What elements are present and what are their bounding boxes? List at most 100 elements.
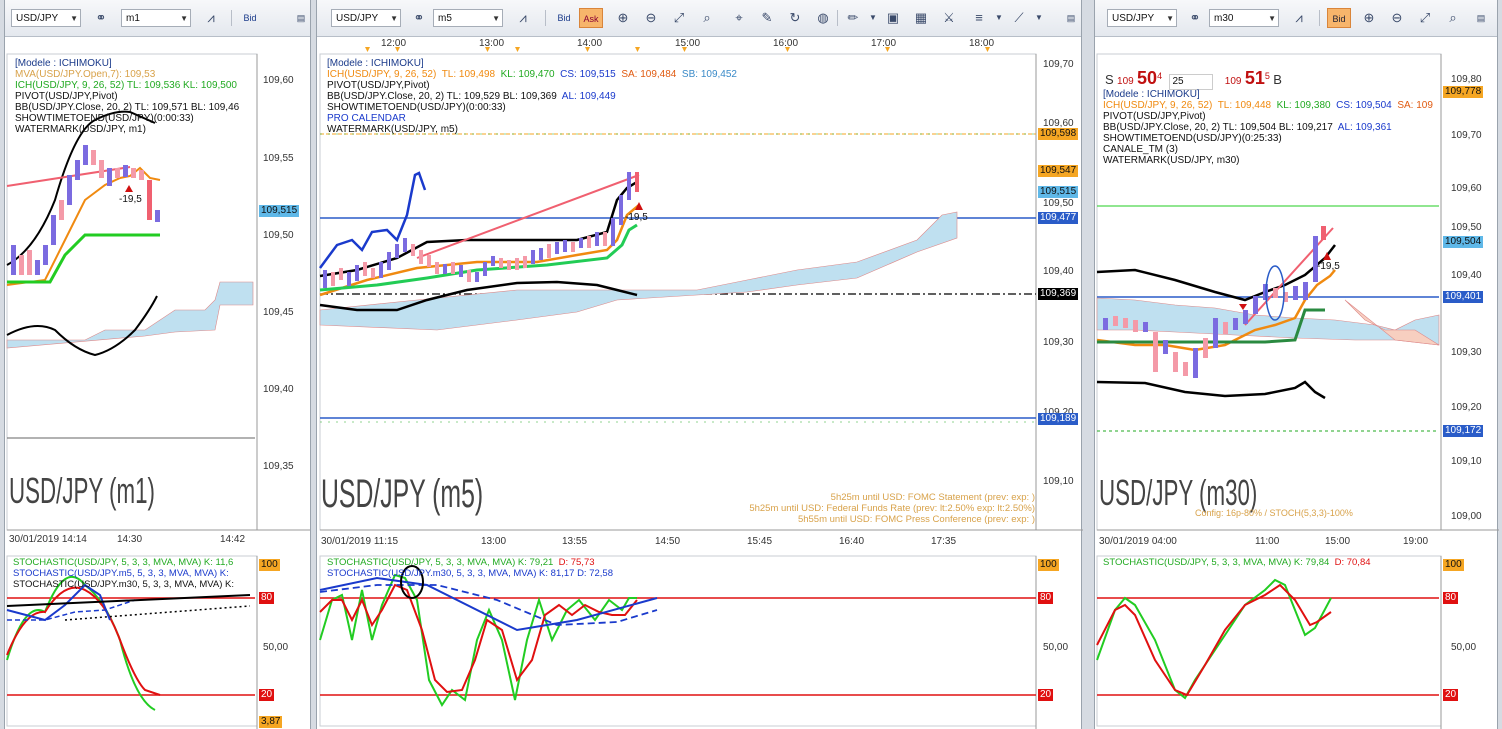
price-tag: 109,778 bbox=[1443, 86, 1484, 98]
stoch-tick: 100 bbox=[1443, 559, 1464, 571]
ich-line: ICH(USD/JPY, 9, 26, 52) TL: 109,448 KL: … bbox=[1103, 100, 1433, 111]
chart-panel-m5[interactable]: USD/JPY ▼ ⚭ m5 ▼ ⩘ Bid Ask ⊕ ⊖ ⤢ ⌕ ⌖ ✎ ↻ ◍… bbox=[316, 0, 1083, 729]
time-tick: 30/01/2019 04:00 bbox=[1099, 536, 1177, 547]
indicator-line: SHOWTIMETOEND(USD/JPY)(0:25:33) bbox=[1103, 133, 1282, 144]
top-time: 15:00 bbox=[675, 38, 701, 49]
chart-panel-m1[interactable]: USD/JPY ▼ ⚭ m1 ▼ ⩘ Bid ▤ [Modele: ICHIM… bbox=[4, 0, 311, 729]
price-tag: 109,401 bbox=[1443, 291, 1484, 303]
indicator-line: BB(USD/JPY.Close, 20, 2) TL: 109,504 BL:… bbox=[1103, 122, 1392, 133]
stoch-tick: 50,00 bbox=[263, 642, 289, 653]
indicator-legend: [Modele : ICHIMOKU] MVA(USD/JPY.Open,7):… bbox=[15, 58, 239, 135]
indicator-line: MVA(USD/JPY.Open,7): 109,53 bbox=[15, 69, 156, 80]
stoch-tick: 80 bbox=[1038, 592, 1054, 604]
time-tick: 30/01/2019 11:15 bbox=[321, 536, 399, 547]
time-tick: 14:50 bbox=[655, 536, 681, 547]
time-tick: 14:30 bbox=[117, 534, 143, 545]
top-time: 14:00 bbox=[577, 38, 603, 49]
price-tick: 109,45 bbox=[263, 307, 294, 318]
price-tick: 109,35 bbox=[263, 461, 294, 472]
time-tick: 13:00 bbox=[481, 536, 507, 547]
indicator-line: WATERMARK(USD/JPY, m30) bbox=[1103, 155, 1240, 166]
indicator-line: PIVOT(USD/JPY,Pivot) bbox=[15, 91, 118, 102]
top-time: 18:00 bbox=[969, 38, 995, 49]
price-tick: 109,00 bbox=[1451, 511, 1482, 522]
event-list: 5h25m until USD: FOMC Statement (prev: e… bbox=[749, 492, 1035, 525]
price-tick: 109,10 bbox=[1043, 476, 1074, 487]
price-tick: 109,40 bbox=[263, 384, 294, 395]
stoch-tick: 100 bbox=[1038, 559, 1059, 571]
price-tick: 109,10 bbox=[1451, 456, 1482, 467]
stoch-tick: 20 bbox=[1038, 689, 1054, 701]
stoch-tick: 20 bbox=[1443, 689, 1459, 701]
lots-input[interactable]: 25 bbox=[1169, 74, 1214, 90]
time-tick: 30/01/2019 14:14 bbox=[9, 534, 87, 545]
annotation: -19,5 bbox=[625, 212, 648, 223]
price-tick: 109,80 bbox=[1451, 74, 1482, 85]
price-tick: 109,40 bbox=[1043, 266, 1074, 277]
time-tick: 19:00 bbox=[1403, 536, 1429, 547]
stochastic-legend: STOCHASTIC(USD/JPY, 5, 3, 3, MVA, MVA) K… bbox=[327, 557, 613, 579]
price-tick: 109,20 bbox=[1451, 402, 1482, 413]
watermark: USD/JPY (m1) bbox=[9, 470, 155, 511]
time-tick: 16:40 bbox=[839, 536, 865, 547]
indicator-line: BB(USD/JPY.Close, 20, 2) TL: 109,571 BL:… bbox=[15, 102, 240, 113]
price-tick: 109,50 bbox=[1451, 222, 1482, 233]
price-tick: 109,50 bbox=[1043, 198, 1074, 209]
price-tag: 109,598 bbox=[1038, 128, 1079, 140]
stoch-tick: 50,00 bbox=[1043, 642, 1069, 653]
indicator-line: BB(USD/JPY.Close, 20, 2) TL: 109,529 BL:… bbox=[327, 91, 616, 102]
time-tick: 17:35 bbox=[931, 536, 957, 547]
time-tick: 14:42 bbox=[220, 534, 246, 545]
stochastic-line: STOCHASTIC(USD/JPY, 5, 3, 3, MVA, MVA) K… bbox=[13, 557, 234, 568]
time-tick: 13:55 bbox=[562, 536, 588, 547]
event-item: 5h55m until USD: FOMC Press Conference (… bbox=[797, 514, 1035, 525]
indicator-line: WATERMARK(USD/JPY, m1) bbox=[15, 124, 146, 135]
price-tag: 109,504 bbox=[1443, 236, 1484, 248]
indicator-line: SHOWTIMETOEND(USD/JPY)(0:00:33) bbox=[15, 113, 194, 124]
top-time: 13:00 bbox=[479, 38, 505, 49]
price-tick: 109,70 bbox=[1043, 59, 1074, 70]
stochastic-line: STOCHASTIC(USD/JPY.m30, 5, 3, 3, MVA, MV… bbox=[13, 579, 235, 590]
stochastic-line: STOCHASTIC(USD/JPY, 5, 3, 3, MVA, MVA) K… bbox=[1103, 557, 1371, 568]
price-tag: 109,515 bbox=[259, 205, 300, 217]
price-tick: 109,60 bbox=[263, 75, 294, 86]
indicator-legend: [Modele : ICHIMOKU] ICH(USD/JPY, 9, 26, … bbox=[327, 58, 737, 135]
time-tick: 11:00 bbox=[1255, 536, 1280, 547]
price-tick: 109,60 bbox=[1451, 183, 1482, 194]
indicator-line: SHOWTIMETOEND(USD/JPY)(0:00:33) bbox=[327, 102, 506, 113]
price-tag: 109,369 bbox=[1038, 288, 1079, 300]
price-tag: 109,515 bbox=[1038, 186, 1079, 198]
price-tick: 109,70 bbox=[1451, 130, 1482, 141]
price-tag: 109,172 bbox=[1443, 425, 1484, 437]
indicator-line: PIVOT(USD/JPY,Pivot) bbox=[327, 80, 430, 91]
indicator-line: [Modele : ICHIMOKU] bbox=[327, 58, 424, 69]
price-tag: 109,547 bbox=[1038, 165, 1079, 177]
chart-panel-m30[interactable]: USD/JPY ▼ ⚭ m30 ▼ ⩘ Bid ⊕ ⊖ ⤢ ⌕ ▤ S 109 … bbox=[1094, 0, 1499, 729]
price-tick: 109,50 bbox=[263, 230, 294, 241]
price-tick: 109,40 bbox=[1451, 270, 1482, 281]
top-time: 17:00 bbox=[871, 38, 897, 49]
top-time: 12:00 bbox=[381, 38, 407, 49]
watermark: USD/JPY (m5) bbox=[321, 472, 484, 516]
indicator-line: [Modele : ICHIMOKU] bbox=[15, 58, 112, 69]
event-item: 5h25m until USD: FOMC Statement (prev: e… bbox=[830, 492, 1035, 503]
stoch-tick: 20 bbox=[259, 689, 275, 701]
stoch-tick: 50,00 bbox=[1451, 642, 1477, 653]
time-tick: 15:45 bbox=[747, 536, 773, 547]
stoch-tick: 80 bbox=[1443, 592, 1459, 604]
indicator-line: CANALE_TM (3) bbox=[1103, 144, 1179, 155]
stochastic-legend: STOCHASTIC(USD/JPY, 5, 3, 3, MVA, MVA) K… bbox=[1103, 557, 1371, 568]
indicator-line: ICH(USD/JPY, 9, 26, 52) TL: 109,536 KL: … bbox=[15, 80, 237, 91]
stochastic-line: STOCHASTIC(USD/JPY, 5, 3, 3, MVA, MVA) K… bbox=[327, 557, 595, 568]
price-tag: 109,189 bbox=[1038, 413, 1079, 425]
annotation: -19,5 bbox=[119, 194, 142, 205]
indicator-line: PIVOT(USD/JPY,Pivot) bbox=[1103, 111, 1206, 122]
indicator-line: [Modele : ICHIMOKU] bbox=[1103, 89, 1200, 100]
event-item: 5h25m until USD: Federal Funds Rate (pre… bbox=[749, 503, 1035, 514]
stoch-tick: 80 bbox=[259, 592, 275, 604]
ich-line: ICH(USD/JPY, 9, 26, 52) TL: 109,498 KL: … bbox=[327, 69, 737, 80]
price-tick: 109,30 bbox=[1451, 347, 1482, 358]
stochastic-line: STOCHASTIC(USD/JPY.m5, 5, 3, 3, MVA, MVA… bbox=[13, 568, 229, 579]
price-tick: 109,55 bbox=[263, 153, 294, 164]
stoch-tick: 100 bbox=[259, 559, 280, 571]
